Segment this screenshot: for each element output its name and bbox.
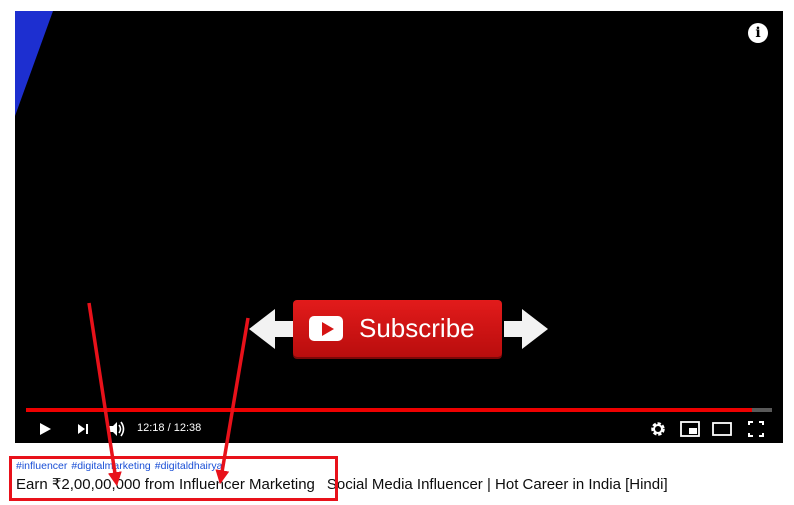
annotation-arrows bbox=[87, 302, 250, 487]
annotation-arrow-1 bbox=[87, 302, 122, 487]
annotation-arrow-2 bbox=[215, 317, 250, 485]
